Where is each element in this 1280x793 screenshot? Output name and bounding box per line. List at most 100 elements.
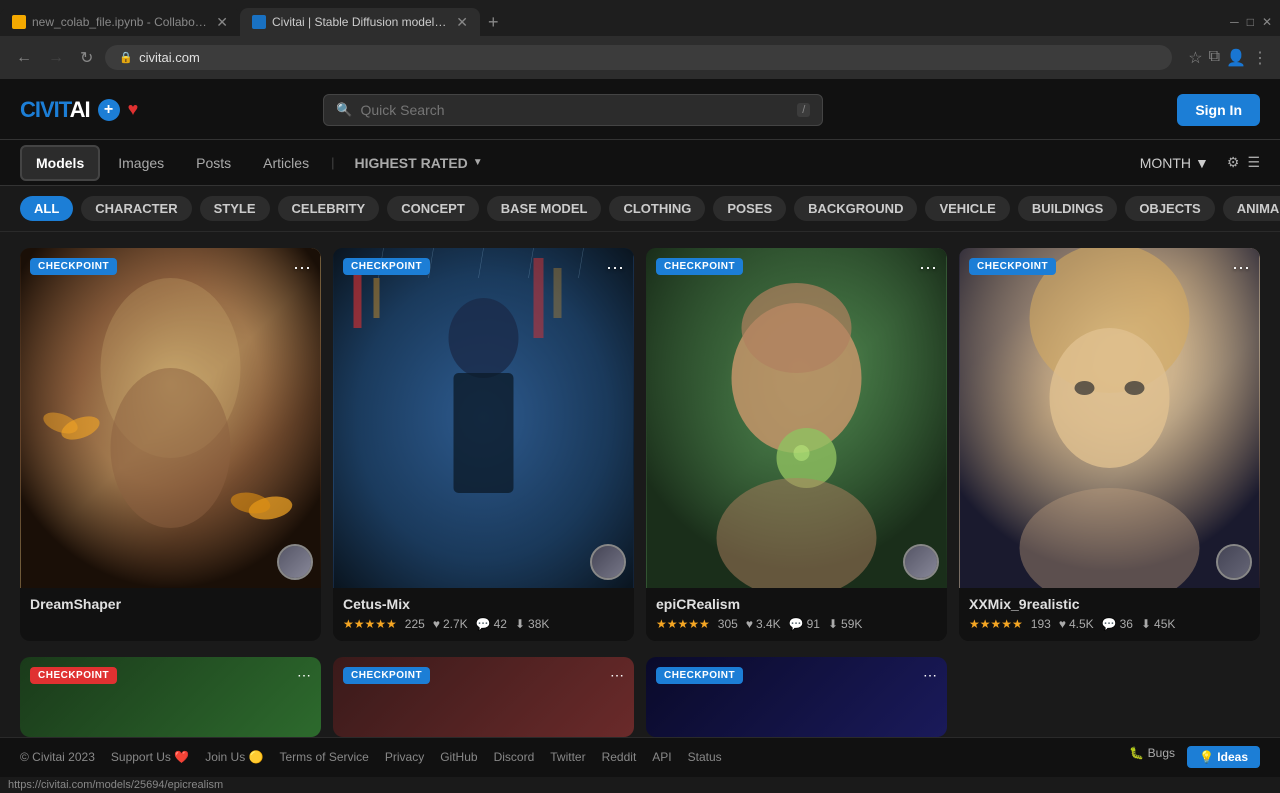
bottom-card-3[interactable]: CHECKPOINT ⋯ <box>646 657 947 737</box>
cat-style[interactable]: STYLE <box>200 196 270 221</box>
period-dropdown[interactable]: MONTH ▼ <box>1130 149 1219 177</box>
card-stats-2: ★★★★★ 225 ♥ 2.7K 💬 42 ⬇ 38K <box>343 617 624 631</box>
layout-icon[interactable]: ☰ <box>1247 154 1260 171</box>
bottom-menu-1[interactable]: ⋯ <box>297 667 311 684</box>
nav-posts[interactable]: Posts <box>182 147 245 179</box>
ideas-button[interactable]: 💡 Ideas <box>1187 746 1260 768</box>
card-comments-3: 💬 91 <box>789 617 820 631</box>
bottom-badge-1: CHECKPOINT <box>30 667 117 684</box>
card-downloads-2: ⬇ 38K <box>515 617 549 631</box>
cat-concept[interactable]: CONCEPT <box>387 196 479 221</box>
nav-articles[interactable]: Articles <box>249 147 323 179</box>
logo-plus-button[interactable]: + <box>98 99 120 121</box>
header-right: Sign In <box>1177 94 1260 126</box>
cat-buildings[interactable]: BUILDINGS <box>1018 196 1118 221</box>
card-menu-4[interactable]: ⋯ <box>1232 258 1250 279</box>
card-badge-4: CHECKPOINT <box>969 258 1056 275</box>
model-card-xxmix[interactable]: CHECKPOINT ⋯ <box>959 248 1260 641</box>
card-menu-2[interactable]: ⋯ <box>606 258 624 279</box>
extensions-icon[interactable]: ⧉ <box>1209 48 1220 68</box>
cat-objects[interactable]: OBJECTS <box>1125 196 1214 221</box>
card-menu-3[interactable]: ⋯ <box>919 258 937 279</box>
bugs-button[interactable]: 🐛 Bugs <box>1129 746 1175 768</box>
card-title-2: Cetus-Mix <box>343 596 624 612</box>
cat-character[interactable]: CHARACTER <box>81 196 191 221</box>
tab-civitai-close[interactable]: ✕ <box>456 14 468 31</box>
model-card-cetusmix[interactable]: CHECKPOINT ⋯ <box>333 248 634 641</box>
card-footer-2: Cetus-Mix ★★★★★ 225 ♥ 2.7K 💬 42 ⬇ 38K <box>333 588 634 641</box>
app-header: CIVITAI + ♥ 🔍 / Sign In <box>0 80 1280 140</box>
download-icon-2: ⬇ <box>515 617 525 631</box>
address-text: civitai.com <box>139 50 200 65</box>
cat-poses[interactable]: POSES <box>713 196 786 221</box>
card-menu-1[interactable]: ⋯ <box>293 258 311 279</box>
cat-celebrity[interactable]: CELEBRITY <box>278 196 380 221</box>
reddit-link[interactable]: Reddit <box>602 750 637 764</box>
bottom-card-1[interactable]: CHECKPOINT ⋯ <box>20 657 321 737</box>
bottom-menu-2[interactable]: ⋯ <box>610 667 624 684</box>
tab-colab[interactable]: new_colab_file.ipynb - Collabora... ✕ <box>0 8 240 36</box>
close-window-icon[interactable]: ✕ <box>1262 15 1272 29</box>
card-badge-2: CHECKPOINT <box>343 258 430 275</box>
card-image-3 <box>646 248 947 588</box>
forward-button[interactable]: → <box>44 45 68 71</box>
card-stats-3: ★★★★★ 305 ♥ 3.4K 💬 91 ⬇ 59K <box>656 617 937 631</box>
search-input[interactable] <box>360 102 789 118</box>
card-likes-3: ♥ 3.4K <box>746 617 781 631</box>
new-tab-button[interactable]: + <box>480 12 507 33</box>
tab-civitai[interactable]: Civitai | Stable Diffusion models... ✕ <box>240 8 480 36</box>
card-image-2 <box>333 248 634 588</box>
card-comments-2: 💬 42 <box>476 617 507 631</box>
card-title-1: DreamShaper <box>30 596 311 612</box>
search-input-wrap[interactable]: 🔍 / <box>323 94 823 126</box>
profile-icon[interactable]: 👤 <box>1226 48 1246 68</box>
twitter-link[interactable]: Twitter <box>550 750 585 764</box>
app-footer: © Civitai 2023 Support Us ❤️ Join Us 🟡 T… <box>0 737 1280 776</box>
status-link[interactable]: Status <box>688 750 722 764</box>
card-likes-2: ♥ 2.7K <box>433 617 468 631</box>
card-downloads-4: ⬇ 45K <box>1141 617 1175 631</box>
filter-right: MONTH ▼ ⚙ ☰ <box>1130 149 1260 177</box>
main-nav: Models Images Posts Articles | HIGHEST R… <box>0 140 1280 186</box>
logo-text: CIVITAI <box>20 97 90 123</box>
cat-background[interactable]: BACKGROUND <box>794 196 917 221</box>
bottom-menu-3[interactable]: ⋯ <box>923 667 937 684</box>
model-card-dreamshaper[interactable]: CHECKPOINT ⋯ <box>20 248 321 641</box>
nav-models[interactable]: Models <box>20 145 100 181</box>
bottom-card-2[interactable]: CHECKPOINT ⋯ <box>333 657 634 737</box>
bookmark-icon[interactable]: ☆ <box>1188 48 1202 68</box>
address-input[interactable]: 🔒 civitai.com <box>105 45 1172 70</box>
menu-icon[interactable]: ⋮ <box>1252 48 1268 68</box>
maximize-icon[interactable]: □ <box>1247 15 1254 29</box>
heart-icon-3: ♥ <box>746 617 753 631</box>
privacy-link[interactable]: Privacy <box>385 750 424 764</box>
api-link[interactable]: API <box>652 750 671 764</box>
civitai-favicon <box>252 15 266 29</box>
back-button[interactable]: ← <box>12 45 36 71</box>
card-title-3: epiCRealism <box>656 596 937 612</box>
model-card-epicrealism[interactable]: CHECKPOINT ⋯ <box>646 248 947 641</box>
card-footer-1: DreamShaper <box>20 588 321 627</box>
terms-link[interactable]: Terms of Service <box>280 750 369 764</box>
filter-icon[interactable]: ⚙ <box>1227 154 1240 171</box>
sign-in-button[interactable]: Sign In <box>1177 94 1260 126</box>
cat-clothing[interactable]: CLOTHING <box>609 196 705 221</box>
cat-base-model[interactable]: BASE MODEL <box>487 196 602 221</box>
discord-link[interactable]: Discord <box>494 750 535 764</box>
bottom-row: CHECKPOINT ⋯ CHECKPOINT ⋯ CHECKPOINT ⋯ <box>0 657 1280 737</box>
minimize-icon[interactable]: ─ <box>1230 15 1239 29</box>
support-us-link[interactable]: Support Us ❤️ <box>111 750 189 764</box>
nav-images[interactable]: Images <box>104 147 178 179</box>
cat-all[interactable]: ALL <box>20 196 73 221</box>
nav-divider: | <box>331 155 334 170</box>
footer-right: 🐛 Bugs 💡 Ideas <box>1129 746 1260 768</box>
logo-heart-icon[interactable]: ♥ <box>128 99 139 120</box>
logo[interactable]: CIVITAI + ♥ <box>20 97 138 123</box>
join-us-link[interactable]: Join Us 🟡 <box>205 750 263 764</box>
sort-dropdown[interactable]: HIGHEST RATED ▼ <box>342 147 494 179</box>
cat-vehicle[interactable]: VEHICLE <box>925 196 1009 221</box>
github-link[interactable]: GitHub <box>440 750 477 764</box>
tab-colab-close[interactable]: ✕ <box>216 14 228 31</box>
refresh-button[interactable]: ↻ <box>76 44 97 72</box>
cat-animal[interactable]: ANIMAL <box>1223 196 1280 221</box>
